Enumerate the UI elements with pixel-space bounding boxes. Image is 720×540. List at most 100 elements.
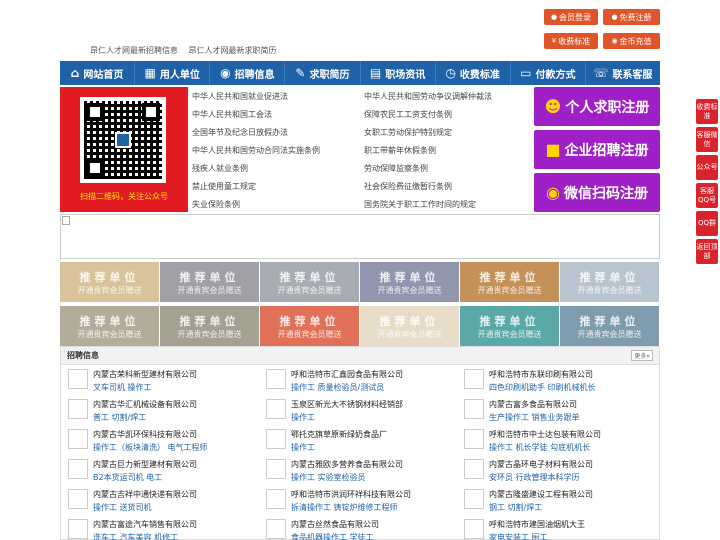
company-logo-icon[interactable] (464, 459, 484, 479)
nav-payment[interactable]: ▭ 付款方式 (511, 61, 586, 85)
company-name-link[interactable]: 内蒙古华汇机械设备有限公司 (93, 399, 263, 410)
latest-jobs-link[interactable]: 昂仁人才网最新招聘信息 (90, 46, 178, 55)
nav-home[interactable]: ⌂ 网站首页 (60, 61, 136, 85)
company-name-link[interactable]: 呼和浩特市东联印刷有限公司 (489, 369, 659, 380)
register-button[interactable]: ● 免费注册 (603, 9, 660, 25)
company-name-link[interactable]: 呼和浩特市中士达包装有限公司 (489, 429, 659, 440)
law-link[interactable]: 劳动保障监察条例 (362, 163, 532, 174)
company-logo-icon[interactable] (464, 399, 484, 419)
law-link[interactable]: 中华人民共和国工会法 (190, 109, 362, 120)
job-positions-link[interactable]: 安环员 行政管理本科学历 (489, 472, 659, 483)
company-name-link[interactable]: 内蒙古雅欧多营养食品有限公司 (291, 459, 461, 470)
nav-fees[interactable]: ◷ 收费标准 (436, 61, 511, 85)
side-float-button[interactable]: 返回顶部 (696, 239, 718, 264)
company-logo-icon[interactable] (266, 399, 286, 419)
latest-resumes-link[interactable]: 昂仁人才网最新求职简历 (189, 46, 277, 55)
company-name-link[interactable]: 呼和浩特市汇鑫园食品有限公司 (291, 369, 461, 380)
recommend-tile[interactable]: 推荐单位 开通贵宾会员赠送 (60, 262, 159, 302)
company-logo-icon[interactable] (266, 369, 286, 389)
company-logo-icon[interactable] (266, 429, 286, 449)
job-positions-link[interactable]: 叉车司机 操作工 (93, 382, 263, 393)
company-name-link[interactable]: 内蒙古富多食品有限公司 (489, 399, 659, 410)
company-logo-icon[interactable] (68, 519, 88, 539)
company-name-link[interactable]: 内蒙古隆盛建设工程有限公司 (489, 489, 659, 500)
company-name-link[interactable]: 内蒙古富途汽车销售有限公司 (93, 519, 263, 530)
job-positions-link[interactable]: 钢工 切割/焊工 (489, 502, 659, 513)
side-float-button[interactable]: 收费标准 (696, 99, 718, 124)
nav-resumes[interactable]: ✎ 求职简历 (285, 61, 361, 85)
company-logo-icon[interactable] (464, 519, 484, 539)
law-link[interactable]: 中华人民共和国就业促进法 (190, 91, 362, 102)
login-button[interactable]: ● 会员登录 (544, 9, 598, 25)
recommend-tile[interactable]: 推荐单位 开通贵宾会员赠送 (360, 262, 459, 302)
company-name-link[interactable]: 内蒙古晶环电子材料有限公司 (489, 459, 659, 470)
recommend-tile[interactable]: 推荐单位 开通贵宾会员赠送 (460, 262, 559, 302)
company-register-button[interactable]: ■ 企业招聘注册 (534, 130, 660, 169)
side-float-button[interactable]: 客服微信 (696, 127, 718, 152)
law-link[interactable]: 禁止使用童工规定 (190, 181, 362, 192)
nav-news[interactable]: ▤ 职场资讯 (361, 61, 436, 85)
coin-recharge-button[interactable]: ◉ 金币充值 (603, 33, 660, 49)
recommend-tile[interactable]: 推荐单位 开通贵宾会员赠送 (560, 262, 659, 302)
job-positions-link[interactable]: 操作工 (291, 412, 461, 423)
job-positions-link[interactable]: 操作工（板块清洗） 电气工程师 (93, 442, 263, 453)
company-logo-icon[interactable] (68, 429, 88, 449)
law-link[interactable]: 社会保险费征缴暂行条例 (362, 181, 532, 192)
job-positions-link[interactable]: 生产操作工 销售业务跟单 (489, 412, 659, 423)
side-float-button[interactable]: QQ群 (696, 211, 718, 236)
company-name-link[interactable]: 内蒙古丝然食品有限公司 (291, 519, 461, 530)
job-positions-link[interactable]: 操作工 (291, 442, 461, 453)
company-logo-icon[interactable] (266, 519, 286, 539)
law-link[interactable]: 职工带薪年休假条例 (362, 145, 532, 156)
recommend-tile[interactable]: 推荐单位 开通贵宾会员赠送 (260, 306, 359, 346)
company-logo-icon[interactable] (68, 399, 88, 419)
recommend-tile[interactable]: 推荐单位 开通贵宾会员赠送 (360, 306, 459, 346)
law-link[interactable]: 女职工劳动保护特别规定 (362, 127, 532, 138)
company-logo-icon[interactable] (464, 489, 484, 509)
company-logo-icon[interactable] (464, 369, 484, 389)
law-link[interactable]: 国务院关于职工工作时间的规定 (362, 199, 532, 210)
side-float-button[interactable]: 公众号 (696, 155, 718, 180)
law-link[interactable]: 残疾人就业条例 (190, 163, 362, 174)
company-name-link[interactable]: 内蒙古吉祥中通快递有限公司 (93, 489, 263, 500)
nav-contact[interactable]: ☏ 联系客服 (586, 61, 660, 85)
company-name-link[interactable]: 呼和浩特市洪润环祥科技有限公司 (291, 489, 461, 500)
nav-jobs[interactable]: ◉ 招聘信息 (210, 61, 286, 85)
job-positions-link[interactable]: 家电安装工 厨工 (489, 532, 659, 540)
recommend-tile[interactable]: 推荐单位 开通贵宾会员赠送 (60, 306, 159, 346)
more-button[interactable]: 更多» (631, 350, 653, 361)
job-positions-link[interactable]: 食品机器操作工 学徒工 (291, 532, 461, 540)
job-positions-link[interactable]: 操作工 质量检验员/测试员 (291, 382, 461, 393)
recommend-tile[interactable]: 推荐单位 开通贵宾会员赠送 (160, 306, 259, 346)
company-logo-icon[interactable] (266, 459, 286, 479)
job-positions-link[interactable]: 操作工 送货司机 (93, 502, 263, 513)
recommend-tile[interactable]: 推荐单位 开通贵宾会员赠送 (160, 262, 259, 302)
personal-register-button[interactable]: ☻ 个人求职注册 (534, 87, 660, 126)
fee-standard-button[interactable]: ¥ 收费标准 (544, 33, 598, 49)
company-name-link[interactable]: 玉泉区新光大不锈钢材料经销部 (291, 399, 461, 410)
job-positions-link[interactable]: 四色印刷机助手 印刷机械机长 (489, 382, 659, 393)
job-positions-link[interactable]: 拆清操作工 铸锭炉维修工程师 (291, 502, 461, 513)
nav-employers[interactable]: ▦ 用人单位 (135, 61, 211, 85)
company-logo-icon[interactable] (68, 459, 88, 479)
wechat-register-button[interactable]: ◉ 微信扫码注册 (534, 173, 660, 212)
job-positions-link[interactable]: 操作工 机长学徒 勾底机机长 (489, 442, 659, 453)
recommend-tile[interactable]: 推荐单位 开通贵宾会员赠送 (460, 306, 559, 346)
company-name-link[interactable]: 鄂托克旗草原新绿奶食品厂 (291, 429, 461, 440)
law-link[interactable]: 保障农民工工资支付条例 (362, 109, 532, 120)
company-name-link[interactable]: 内蒙古巨力新型建材有限公司 (93, 459, 263, 470)
side-float-button[interactable]: 客服QQ号 (696, 183, 718, 208)
job-positions-link[interactable]: 普工 切割/焊工 (93, 412, 263, 423)
recommend-tile[interactable]: 推荐单位 开通贵宾会员赠送 (260, 262, 359, 302)
job-positions-link[interactable]: 洗车工 汽车美容 机修工 (93, 532, 263, 540)
law-link[interactable]: 全国年节及纪念日放假办法 (190, 127, 362, 138)
company-name-link[interactable]: 呼和浩特市建国油烟机大王 (489, 519, 659, 530)
law-link[interactable]: 中华人民共和国劳动争议调解仲裁法 (362, 91, 532, 102)
law-link[interactable]: 中华人民共和国劳动合同法实施条例 (190, 145, 362, 156)
recommend-tile[interactable]: 推荐单位 开通贵宾会员赠送 (560, 306, 659, 346)
job-positions-link[interactable]: B2本货运司机 电工 (93, 472, 263, 483)
banner-image[interactable] (60, 214, 660, 259)
job-positions-link[interactable]: 操作工 实验室检验员 (291, 472, 461, 483)
law-link[interactable]: 失业保险条例 (190, 199, 362, 210)
company-logo-icon[interactable] (68, 489, 88, 509)
